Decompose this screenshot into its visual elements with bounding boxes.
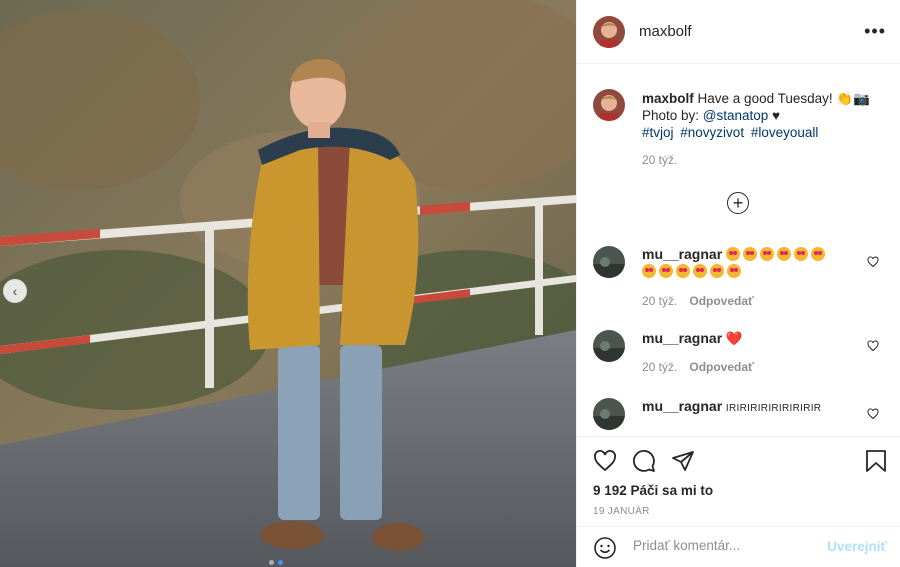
- comment-text: mu__ragnar ❤️: [642, 330, 852, 347]
- post-photo[interactable]: ‹: [0, 0, 576, 567]
- author-avatar[interactable]: [593, 15, 625, 48]
- emoji-smile-icon[interactable]: [593, 536, 617, 560]
- carousel-dot: [269, 560, 274, 565]
- caption-mention[interactable]: @stanatop: [703, 108, 769, 123]
- commenter-avatar[interactable]: [593, 398, 625, 430]
- reply-button[interactable]: Odpovedať: [689, 294, 753, 308]
- share-paper-plane-icon[interactable]: [671, 449, 695, 473]
- caption-heart: ♥: [768, 108, 781, 123]
- comment-text: mu__ragnar IRIRIRIRIRIRIRIRIR: [642, 398, 852, 417]
- like-comment-heart-icon[interactable]: [867, 256, 879, 268]
- comment-input[interactable]: [631, 537, 835, 554]
- commenter-username[interactable]: mu__ragnar: [642, 398, 722, 414]
- save-bookmark-icon[interactable]: [865, 449, 887, 473]
- caption-time[interactable]: 20 týž.: [642, 153, 677, 167]
- caption-line1: Have a good Tuesday! 👏📷: [697, 91, 870, 106]
- add-comment-bar: Uverejniť: [577, 526, 900, 567]
- comment-time[interactable]: 20 týž.: [642, 360, 677, 374]
- caption-username[interactable]: maxbolf: [642, 91, 694, 106]
- heart-eyes-emoji: [725, 247, 740, 261]
- hashtag[interactable]: #novyzivot: [680, 125, 744, 140]
- post-comment-button[interactable]: Uverejniť: [827, 539, 887, 554]
- heart-eyes-emoji: [693, 264, 707, 278]
- like-heart-icon[interactable]: [593, 449, 617, 473]
- carousel-dot-active: [278, 560, 283, 565]
- post-date[interactable]: 19 JANUÁR: [593, 506, 650, 517]
- carousel-dots: [269, 560, 283, 565]
- heart-eyes-emoji: [742, 247, 757, 261]
- commenter-avatar[interactable]: [593, 330, 625, 362]
- carousel-prev-button[interactable]: ‹: [3, 279, 27, 303]
- post-header: maxbolf •••: [577, 0, 900, 64]
- post-actions: 9 192 Páči sa mi to 19 JANUÁR: [577, 436, 900, 517]
- reply-button[interactable]: Odpovedať: [689, 360, 753, 374]
- heart-eyes-emoji: [759, 247, 774, 261]
- caption-avatar[interactable]: [593, 89, 625, 121]
- comment-bubble-icon[interactable]: [632, 449, 656, 473]
- commenter-username[interactable]: mu__ragnar: [642, 330, 722, 346]
- comments-scroll[interactable]: maxbolf Have a good Tuesday! 👏📷 Photo by…: [577, 64, 900, 436]
- heart-eyes-emoji: [776, 247, 791, 261]
- photo-image: [0, 0, 576, 567]
- heart-eyes-emoji: [676, 264, 690, 278]
- heart-eyes-emoji: [710, 264, 724, 278]
- heart-eyes-emoji: [727, 264, 741, 278]
- comment-meta: 20 týž. Odpovedať: [642, 294, 754, 308]
- likes-count[interactable]: 9 192 Páči sa mi to: [593, 483, 713, 498]
- comment-body: IRIRIRIRIRIRIRIRIR: [725, 403, 822, 414]
- more-horizontal-icon[interactable]: •••: [864, 21, 886, 42]
- hashtag[interactable]: #tvjoj: [642, 125, 674, 140]
- caption-text: maxbolf Have a good Tuesday! 👏📷 Photo by…: [642, 90, 892, 141]
- like-comment-heart-icon[interactable]: [867, 408, 879, 420]
- post-panel: maxbolf ••• maxbolf Have a good Tuesday!…: [576, 0, 900, 567]
- heart-eyes-emoji: [642, 264, 656, 278]
- heart-eyes-emoji: [810, 247, 825, 261]
- commenter-avatar[interactable]: [593, 246, 625, 278]
- comment-text: mu__ragnar: [642, 246, 852, 280]
- commenter-username[interactable]: mu__ragnar: [642, 246, 722, 262]
- heart-eyes-emoji: [659, 264, 673, 278]
- caption-tags: #tvjoj #novyzivot #loveyouall: [642, 125, 821, 140]
- author-username[interactable]: maxbolf: [639, 23, 692, 40]
- comment-meta: 20 týž. Odpovedať: [642, 360, 754, 374]
- hashtag[interactable]: #loveyouall: [751, 125, 819, 140]
- comment-time[interactable]: 20 týž.: [642, 294, 677, 308]
- caption-photo-by: Photo by:: [642, 108, 703, 123]
- like-comment-heart-icon[interactable]: [867, 340, 879, 352]
- comment-heart: ❤️: [725, 331, 743, 346]
- heart-eyes-emoji: [793, 247, 808, 261]
- load-more-comments-button[interactable]: +: [727, 192, 749, 214]
